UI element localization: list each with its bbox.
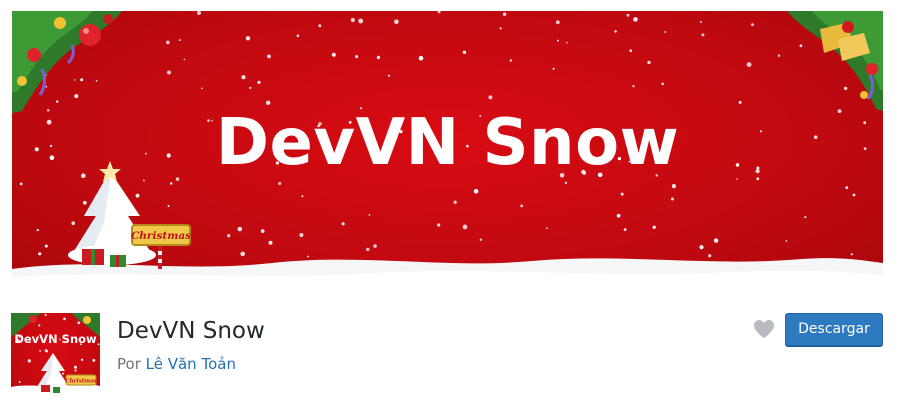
byline-prefix: Por [117,355,141,373]
thumbnail-christmas-sign: Christmas [65,374,97,386]
svg-text:Christmas: Christmas [65,379,96,385]
plugin-banner: Christmas DevVN Snow [12,11,883,293]
garland-top-left-decoration [12,11,122,113]
plugin-title: DevVN Snow [117,318,265,344]
plugin-icon: Christmas DevVN Snow [11,313,100,401]
svg-text:Christmas: Christmas [131,230,191,242]
plugin-page: Christmas DevVN Snow Christmas DevVN Sno… [0,0,900,417]
christmas-sign: Christmas [131,224,191,246]
garland-top-right-decoration [787,11,883,111]
banner-title: DevVN Snow [215,106,680,180]
plugin-icon-title: DevVN Snow [14,332,97,346]
download-button[interactable]: Descargar [785,313,883,346]
heart-icon[interactable] [753,319,775,339]
plugin-icon-artwork: Christmas [11,313,100,401]
plugin-byline: Por Lê Văn Toản [117,354,236,374]
author-link[interactable]: Lê Văn Toản [146,355,236,373]
